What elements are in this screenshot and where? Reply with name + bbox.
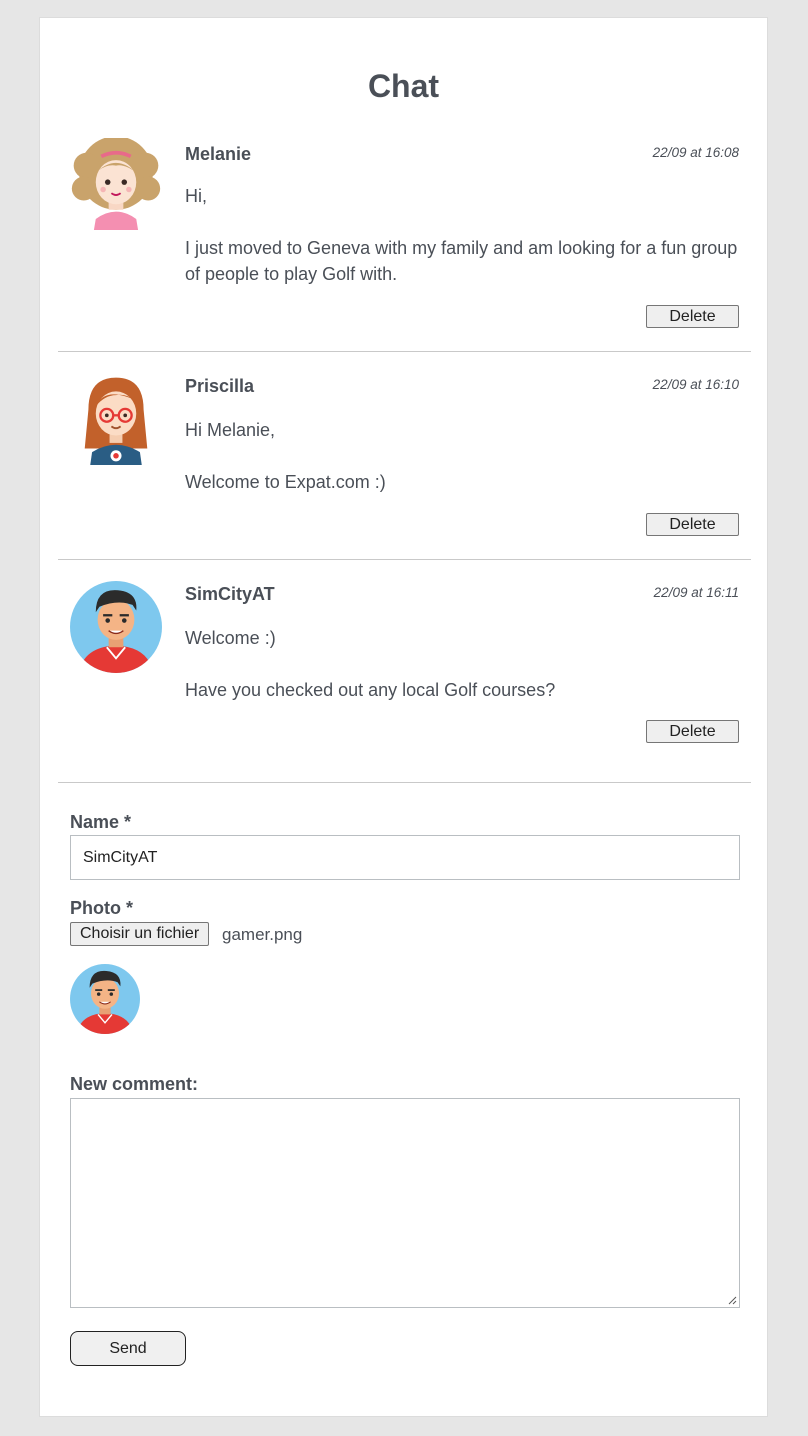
send-button[interactable]: Send [70, 1331, 186, 1366]
post-paragraph: Welcome :) [185, 628, 276, 648]
page-title: Chat [367, 68, 440, 104]
choose-file-button[interactable]: Choisir un fichier [70, 922, 210, 946]
girl-glasses-avatar-icon [84, 377, 148, 465]
post-paragraph: Have you checked out any local Golf cour… [185, 680, 556, 700]
post-timestamp: 22/09 at 16:11 [653, 585, 739, 600]
gamer-avatar-icon [70, 581, 162, 673]
comment-textarea[interactable] [70, 1098, 740, 1308]
post-divider [58, 559, 751, 560]
chat-card: Chat Melanie 22/09 at 16:08 Hi, I just m… [39, 17, 768, 1417]
post-author: Melanie [185, 144, 252, 164]
resize-handle-icon[interactable] [727, 1295, 737, 1305]
name-input[interactable]: SimCityAT [70, 835, 740, 880]
post-body: Hi Melanie, Welcome to Expat.com :) [185, 417, 745, 521]
photo-label: Photo * [70, 898, 133, 918]
delete-button[interactable]: Delete [646, 720, 739, 743]
post-paragraph: Welcome to Expat.com :) [185, 472, 386, 492]
post-author: Priscilla [185, 376, 255, 396]
post-timestamp: 22/09 at 16:08 [652, 145, 739, 160]
post-timestamp: 22/09 at 16:10 [652, 377, 739, 392]
post-divider [58, 351, 751, 352]
name-label: Name * [70, 812, 132, 832]
post-author: SimCityAT [185, 584, 275, 604]
post-paragraph: Hi Melanie, [185, 420, 276, 440]
post-body: Hi, I just moved to Geneva with my famil… [185, 183, 745, 313]
post-paragraph: I just moved to Geneva with my family an… [185, 238, 738, 284]
file-name: gamer.png [222, 925, 303, 944]
post-body: Welcome :) Have you checked out any loca… [185, 625, 745, 729]
girl-curly-hair-avatar-icon [71, 138, 161, 230]
form-divider [58, 782, 751, 783]
delete-button[interactable]: Delete [646, 513, 739, 536]
post-paragraph: Hi, [185, 186, 207, 206]
comment-label: New comment: [70, 1074, 199, 1094]
delete-button[interactable]: Delete [646, 305, 739, 328]
photo-preview-image [70, 964, 140, 1034]
